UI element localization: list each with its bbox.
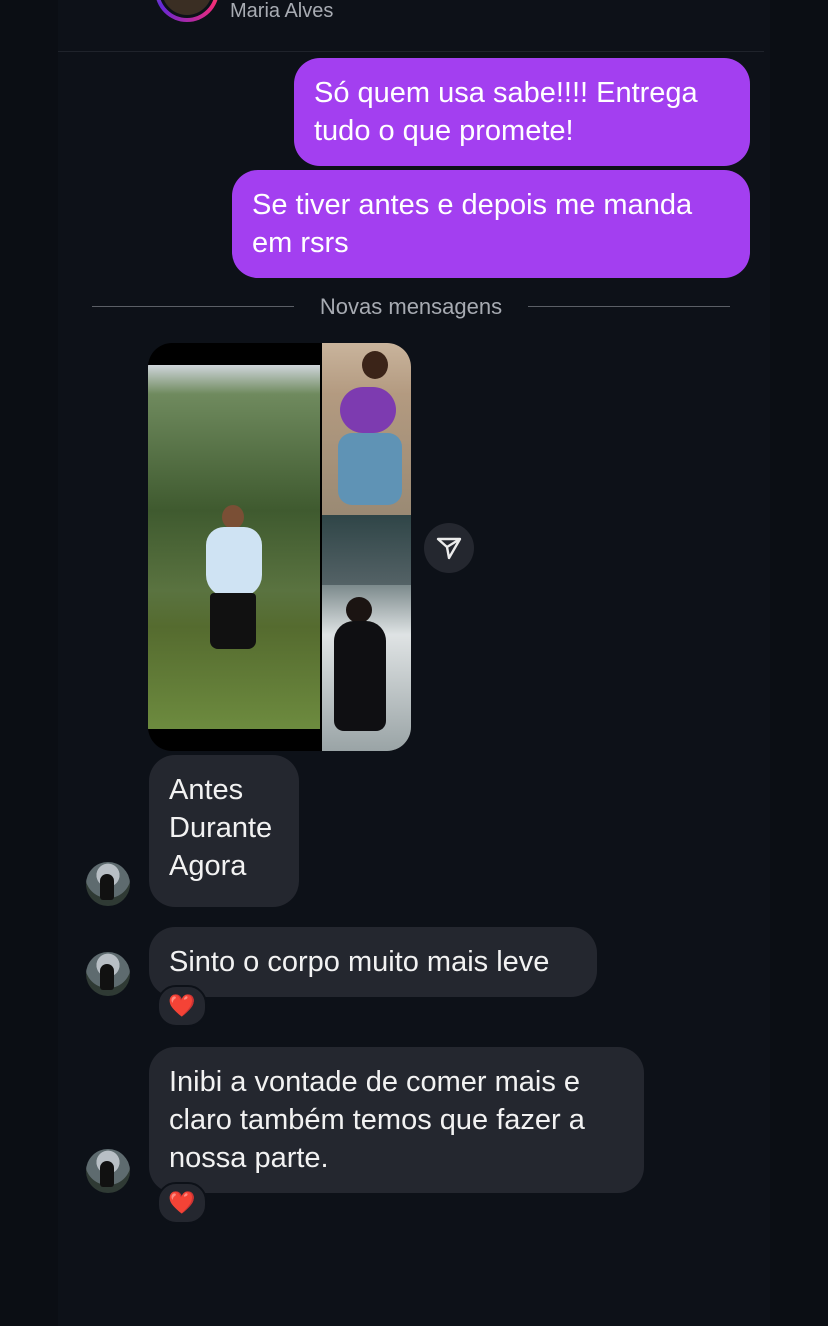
- sender-avatar[interactable]: [86, 1149, 130, 1193]
- chevron-left-icon[interactable]: [100, 0, 140, 10]
- sender-avatar[interactable]: [86, 952, 130, 996]
- chat-header: Maria Alves: [0, 0, 828, 52]
- contact-name[interactable]: Maria Alves: [230, 0, 333, 23]
- outgoing-message[interactable]: Se tiver antes e depois me manda em rsrs: [232, 170, 750, 278]
- new-messages-separator: Novas mensagens: [319, 294, 503, 319]
- message-text: Sinto o corpo muito mais leve: [169, 946, 550, 978]
- caption-line: Durante: [169, 812, 273, 844]
- audio-call-icon[interactable]: [410, 0, 446, 10]
- incoming-message[interactable]: Inibi a vontade de comer mais e claro ta…: [149, 1047, 644, 1193]
- photo-panel-during: [322, 343, 411, 515]
- phone-icon[interactable]: [505, 0, 541, 10]
- photo-panel-before: [148, 365, 320, 729]
- contact-avatar[interactable]: [155, 0, 219, 22]
- header-divider: [58, 51, 764, 52]
- heart-icon: ❤️: [168, 1190, 196, 1215]
- separator-line: [528, 306, 730, 307]
- video-call-icon[interactable]: [588, 0, 624, 10]
- share-button[interactable]: [424, 523, 474, 573]
- info-icon[interactable]: [686, 0, 722, 10]
- paper-plane-icon: [436, 537, 462, 560]
- message-text: Inibi a vontade de comer mais e claro ta…: [169, 1066, 585, 1174]
- separator-line: [92, 306, 294, 307]
- heart-reaction[interactable]: ❤️: [157, 1182, 207, 1224]
- heart-icon: ❤️: [168, 993, 196, 1018]
- shared-photo[interactable]: [148, 343, 411, 751]
- caption-line: Agora: [169, 850, 247, 882]
- incoming-message[interactable]: Sinto o corpo muito mais leve: [149, 927, 597, 997]
- message-text: Se tiver antes e depois me manda em rsrs: [252, 189, 693, 259]
- outgoing-message[interactable]: Só quem usa sabe!!!! Entrega tudo o que …: [294, 58, 750, 166]
- incoming-message[interactable]: Antes Durante Agora: [149, 755, 299, 907]
- photo-panel-now: [322, 585, 411, 751]
- heart-reaction[interactable]: ❤️: [157, 985, 207, 1027]
- message-text: Só quem usa sabe!!!! Entrega tudo o que …: [314, 77, 698, 147]
- sender-avatar[interactable]: [86, 862, 130, 906]
- caption-line: Antes: [169, 774, 244, 806]
- photo-panel-middle: [322, 515, 411, 585]
